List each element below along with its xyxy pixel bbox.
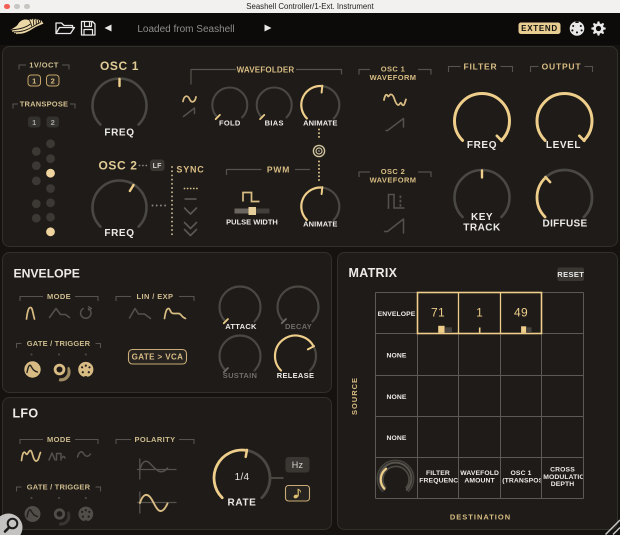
svg-text:LIN / EXP: LIN / EXP: [137, 292, 174, 301]
svg-text:PULSE WIDTH: PULSE WIDTH: [226, 218, 278, 227]
svg-text:DESTINATION: DESTINATION: [450, 513, 511, 522]
svg-text:DIFFUSE: DIFFUSE: [543, 219, 588, 230]
svg-text:71: 71: [431, 306, 445, 320]
svg-text:TRACK: TRACK: [463, 223, 501, 234]
svg-text:LFO: LFO: [13, 407, 39, 421]
svg-text:MODE: MODE: [47, 435, 71, 444]
svg-text:ENVELOPE: ENVELOPE: [378, 311, 416, 318]
svg-text:RELEASE: RELEASE: [277, 371, 315, 380]
svg-text:SOURCE: SOURCE: [350, 377, 359, 415]
svg-text:WAVEFORM: WAVEFORM: [370, 73, 417, 82]
svg-text:WAVEFOLD: WAVEFOLD: [460, 470, 499, 477]
svg-text:TRANSPOSE: TRANSPOSE: [20, 100, 68, 109]
svg-text:FOLD: FOLD: [219, 119, 241, 128]
svg-text:FREQ: FREQ: [104, 228, 134, 239]
svg-text:DECAY: DECAY: [285, 322, 312, 331]
svg-text:2: 2: [51, 118, 55, 127]
svg-text:FILTER: FILTER: [426, 470, 450, 477]
svg-text:49: 49: [514, 306, 528, 320]
svg-text:SUSTAIN: SUSTAIN: [223, 371, 257, 380]
svg-text:POLARITY: POLARITY: [134, 435, 175, 444]
svg-text:FILTER: FILTER: [464, 62, 498, 72]
svg-text:AMOUNT: AMOUNT: [464, 477, 495, 484]
svg-text:CROSS: CROSS: [550, 466, 575, 473]
svg-text:GATE > VCA: GATE > VCA: [132, 353, 184, 362]
svg-text:ANIMATE: ANIMATE: [303, 220, 337, 229]
svg-text:EXTEND: EXTEND: [521, 24, 558, 33]
svg-text:FREQ: FREQ: [104, 128, 134, 139]
svg-text:SYNC: SYNC: [176, 165, 204, 175]
svg-text:MODE: MODE: [47, 292, 71, 301]
svg-text:OSC 2: OSC 2: [98, 159, 137, 173]
svg-text:Hz: Hz: [292, 460, 304, 470]
svg-text:1: 1: [32, 77, 36, 86]
svg-text:OUTPUT: OUTPUT: [542, 62, 582, 72]
svg-text:WAVEFOLDER: WAVEFOLDER: [237, 66, 295, 75]
svg-text:WAVEFORM: WAVEFORM: [370, 176, 417, 185]
svg-text:GATE / TRIGGER: GATE / TRIGGER: [27, 339, 91, 348]
svg-text:ATTACK: ATTACK: [225, 322, 257, 331]
svg-text:2: 2: [51, 77, 55, 86]
svg-text:1V/OCT: 1V/OCT: [29, 61, 59, 70]
svg-text:LEVEL: LEVEL: [546, 140, 581, 151]
svg-text:KEY: KEY: [471, 212, 493, 223]
svg-text:NONE: NONE: [386, 353, 406, 360]
svg-text:DEPTH: DEPTH: [551, 481, 575, 488]
svg-text:1: 1: [32, 118, 36, 127]
svg-text:ENVELOPE: ENVELOPE: [14, 267, 80, 281]
svg-text:MODULATION: MODULATION: [543, 474, 590, 481]
svg-text:BIAS: BIAS: [265, 119, 284, 128]
svg-text:MATRIX: MATRIX: [349, 266, 398, 280]
svg-text:1: 1: [476, 306, 483, 320]
svg-text:GATE / TRIGGER: GATE / TRIGGER: [27, 483, 91, 492]
svg-text:OSC 1: OSC 1: [100, 59, 139, 73]
svg-text:PWM: PWM: [267, 165, 290, 175]
svg-text:RESET: RESET: [557, 270, 584, 279]
svg-text:LF: LF: [153, 163, 163, 170]
svg-text:FREQUENCY: FREQUENCY: [419, 477, 463, 484]
svg-text:NONE: NONE: [386, 435, 406, 442]
svg-text:RATE: RATE: [228, 498, 257, 509]
svg-text:1/4: 1/4: [235, 472, 250, 483]
svg-text:FREQ: FREQ: [467, 140, 497, 151]
svg-text:NONE: NONE: [386, 394, 406, 401]
svg-text:OSC 1: OSC 1: [511, 470, 532, 477]
svg-text:ANIMATE: ANIMATE: [303, 119, 337, 128]
